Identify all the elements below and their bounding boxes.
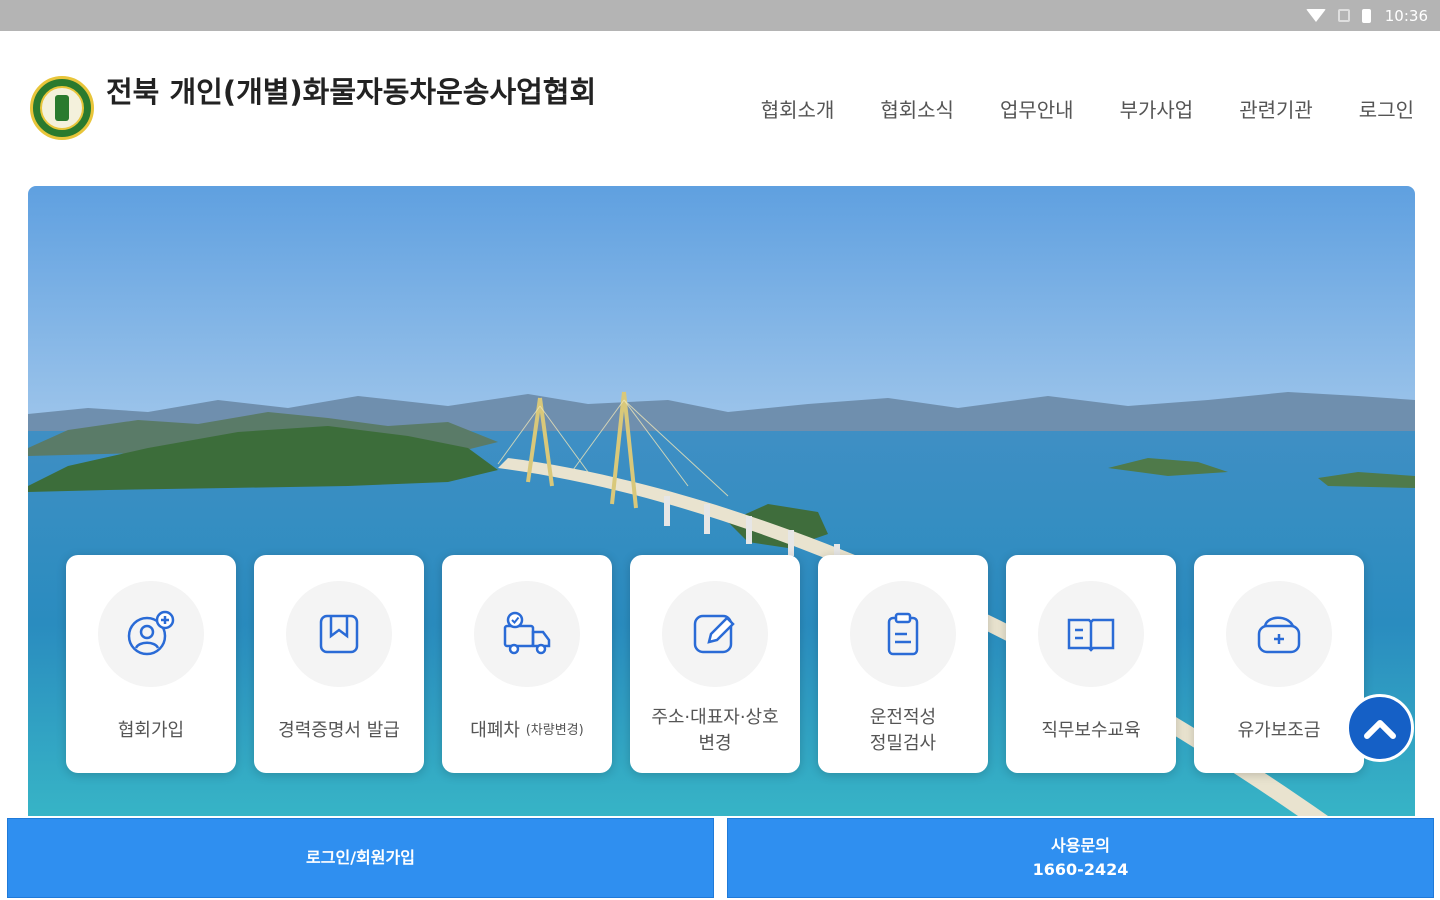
status-time: 10:36: [1384, 6, 1428, 25]
icon-circle: [474, 581, 580, 687]
card-label: 대폐차 (차량변경): [470, 720, 584, 741]
card-label: 유가보조금: [1237, 720, 1321, 741]
wifi-icon: [1305, 9, 1326, 22]
icon-circle: [98, 581, 204, 687]
nav-item-login[interactable]: 로그인: [1359, 94, 1414, 123]
wallet-icon: [1257, 616, 1301, 654]
icon-circle: [662, 581, 768, 687]
chevron-up-icon: [1364, 720, 1396, 739]
icon-circle: [1226, 581, 1332, 687]
association-logo[interactable]: [30, 76, 94, 140]
book-icon: [1067, 618, 1115, 652]
status-bar: 10:36: [0, 0, 1440, 31]
clipboard-icon: [887, 612, 919, 656]
card-label: 운전적성 정밀검사: [869, 707, 937, 754]
user-add-icon: [127, 610, 175, 656]
card-label: 협회가입: [117, 720, 185, 741]
usage-inquiry-phone: 1660-2424: [1032, 860, 1129, 879]
sim-icon: [1337, 9, 1350, 22]
battery-icon: [1361, 8, 1371, 23]
bookmark-icon: [319, 614, 359, 654]
icon-circle: [850, 581, 956, 687]
icon-circle: [286, 581, 392, 687]
card-fuel-subsidy[interactable]: 유가보조금: [1194, 555, 1364, 773]
quick-menu-cards: 협회가입 경력증명서 발급 대폐차 (차량변경) 주소·대표자·상호 변경 운전…: [66, 555, 1364, 773]
site-header: 전북 개인(개별)화물자동차운송사업협회 협회소개 협회소식 업무안내 부가사업…: [0, 31, 1440, 181]
card-label: 직무보수교육: [1041, 720, 1141, 741]
icon-circle: [1038, 581, 1144, 687]
card-driver-aptitude-test[interactable]: 운전적성 정밀검사: [818, 555, 988, 773]
card-label: 주소·대표자·상호 변경: [651, 707, 779, 754]
nav-item-services[interactable]: 업무안내: [1000, 94, 1074, 123]
login-signup-button[interactable]: 로그인/회원가입: [7, 818, 714, 898]
card-label: 경력증명서 발급: [278, 720, 400, 741]
nav-item-related-orgs[interactable]: 관련기관: [1239, 94, 1313, 123]
nav-item-extra-business[interactable]: 부가사업: [1120, 94, 1194, 123]
card-career-certificate[interactable]: 경력증명서 발급: [254, 555, 424, 773]
login-signup-label: 로그인/회원가입: [306, 848, 415, 867]
main-nav: 협회소개 협회소식 업무안내 부가사업 관련기관 로그인: [761, 94, 1414, 123]
card-job-training[interactable]: 직무보수교육: [1006, 555, 1176, 773]
scroll-to-top-button[interactable]: [1346, 694, 1414, 762]
usage-inquiry-button[interactable]: 사용문의 1660-2424: [727, 818, 1434, 898]
site-title[interactable]: 전북 개인(개별)화물자동차운송사업협회: [106, 73, 626, 111]
card-membership-join[interactable]: 협회가입: [66, 555, 236, 773]
usage-inquiry-label: 사용문의: [1051, 836, 1110, 855]
card-vehicle-change[interactable]: 대폐차 (차량변경): [442, 555, 612, 773]
card-address-rep-name-change[interactable]: 주소·대표자·상호 변경: [630, 555, 800, 773]
nav-item-news[interactable]: 협회소식: [880, 94, 954, 123]
nav-item-about[interactable]: 협회소개: [761, 94, 835, 123]
edit-icon: [693, 614, 735, 654]
truck-icon: [503, 611, 551, 655]
